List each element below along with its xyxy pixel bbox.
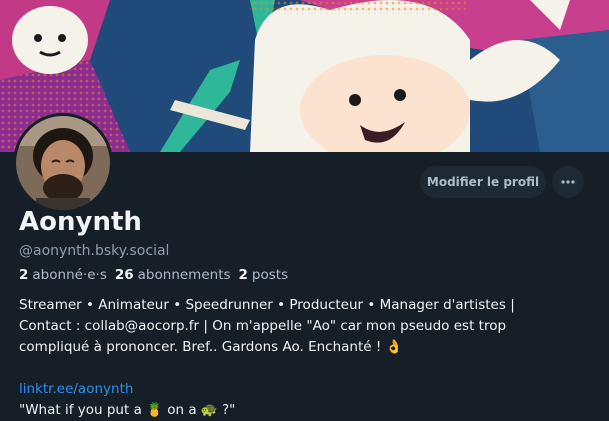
following-label: abonnements bbox=[137, 267, 231, 283]
following-count: 26 bbox=[114, 267, 134, 283]
more-options-button[interactable] bbox=[552, 166, 584, 198]
display-name: Aonynth bbox=[19, 207, 142, 237]
profile-stats: 2 abonné·e·s 26 abonnements 2 posts bbox=[19, 267, 288, 283]
ellipsis-icon bbox=[561, 180, 575, 184]
bio-quote: "What if you put a 🍍 on a 🐢 ?" bbox=[19, 402, 236, 418]
posts-stat: 2 posts bbox=[239, 267, 289, 283]
avatar[interactable] bbox=[16, 116, 110, 210]
profile-handle: @aonynth.bsky.social bbox=[19, 243, 170, 259]
bio-line: Streamer • Animateur • Speedrunner • Pro… bbox=[19, 297, 515, 313]
bio-line: Contact : collab@aocorp.fr | On m'appell… bbox=[19, 318, 507, 334]
followers-count: 2 bbox=[19, 267, 29, 283]
bio-line: compliqué à prononcer. Bref.. Gardons Ao… bbox=[19, 339, 403, 355]
edit-profile-button[interactable]: Modifier le profil bbox=[420, 166, 546, 198]
bio-spacer bbox=[19, 358, 597, 379]
bio-link[interactable]: linktr.ee/aonynth bbox=[19, 379, 597, 400]
profile-bio: Streamer • Animateur • Speedrunner • Pro… bbox=[19, 295, 597, 421]
following-link[interactable]: 26 abonnements bbox=[115, 267, 231, 283]
posts-label: posts bbox=[251, 267, 289, 283]
avatar-border bbox=[13, 113, 113, 213]
posts-count: 2 bbox=[238, 267, 248, 283]
followers-label: abonné·e·s bbox=[32, 267, 107, 283]
followers-link[interactable]: 2 abonné·e·s bbox=[19, 267, 107, 283]
